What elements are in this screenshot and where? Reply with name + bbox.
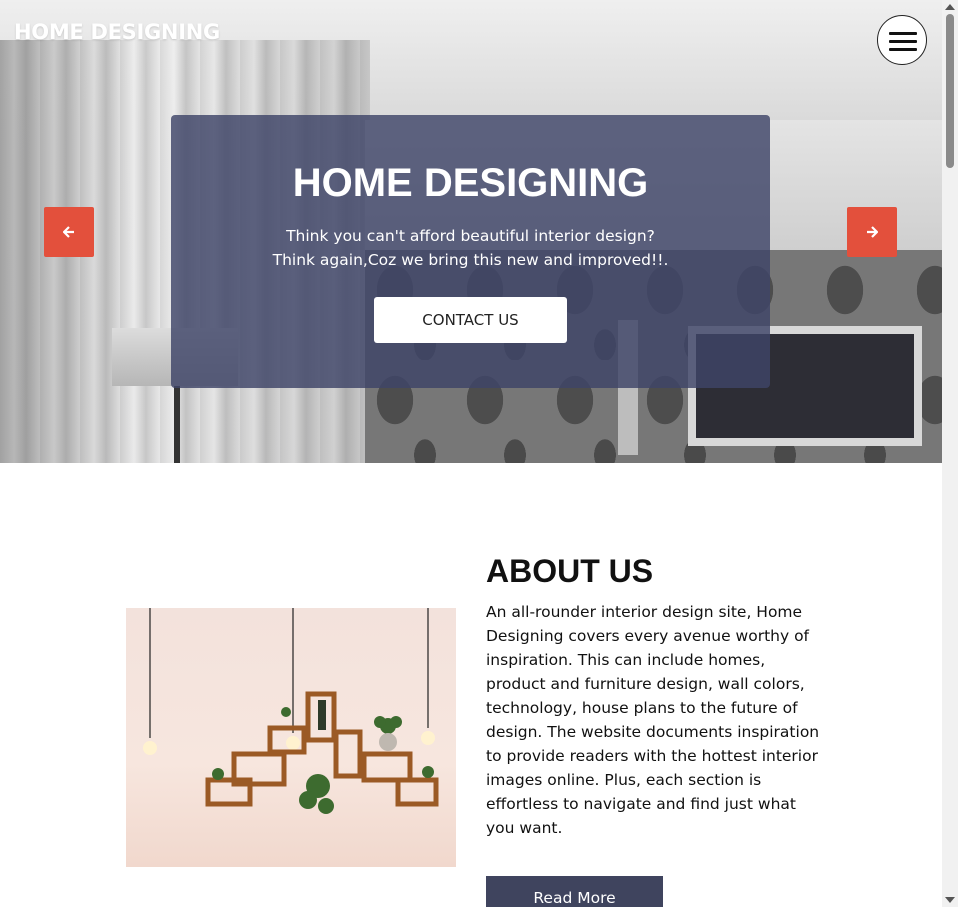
hamburger-menu-icon-bar [889, 48, 917, 51]
read-more-button[interactable]: Read More [486, 876, 663, 907]
carousel-next-button[interactable] [847, 207, 897, 257]
page-scrollbar[interactable] [942, 0, 958, 907]
hero-caption-box: HOME DESIGNING Think you can't afford be… [171, 115, 770, 388]
about-title: ABOUT US [486, 553, 654, 589]
arrow-left-icon [63, 226, 74, 238]
hero-subtitle-line-2: Think again,Coz we bring this new and im… [272, 251, 669, 269]
menu-button[interactable] [877, 15, 927, 65]
brand-logo[interactable]: HOME DESIGNING [14, 20, 220, 44]
scroll-up-arrow-icon[interactable] [945, 4, 955, 10]
hero-lamp-pole [174, 386, 180, 463]
about-image [126, 608, 456, 867]
about-description: An all-rounder interior design site, Hom… [486, 603, 820, 837]
hamburger-menu-icon-bar [889, 40, 917, 43]
carousel-prev-button[interactable] [44, 207, 94, 257]
scrollbar-thumb[interactable] [946, 14, 954, 168]
hero-subtitle: Think you can't afford beautiful interio… [171, 224, 770, 272]
hero-subtitle-line-1: Think you can't afford beautiful interio… [286, 227, 655, 245]
scroll-down-arrow-icon[interactable] [945, 897, 955, 903]
hamburger-menu-icon [889, 32, 917, 35]
shelves-illustration [143, 608, 439, 814]
hero-title: HOME DESIGNING [292, 161, 649, 205]
hero-banner: HOME DESIGNING HOME DESIGNING Think you … [0, 0, 942, 463]
arrow-right-icon [867, 226, 878, 238]
contact-us-button[interactable]: CONTACT US [374, 297, 567, 343]
